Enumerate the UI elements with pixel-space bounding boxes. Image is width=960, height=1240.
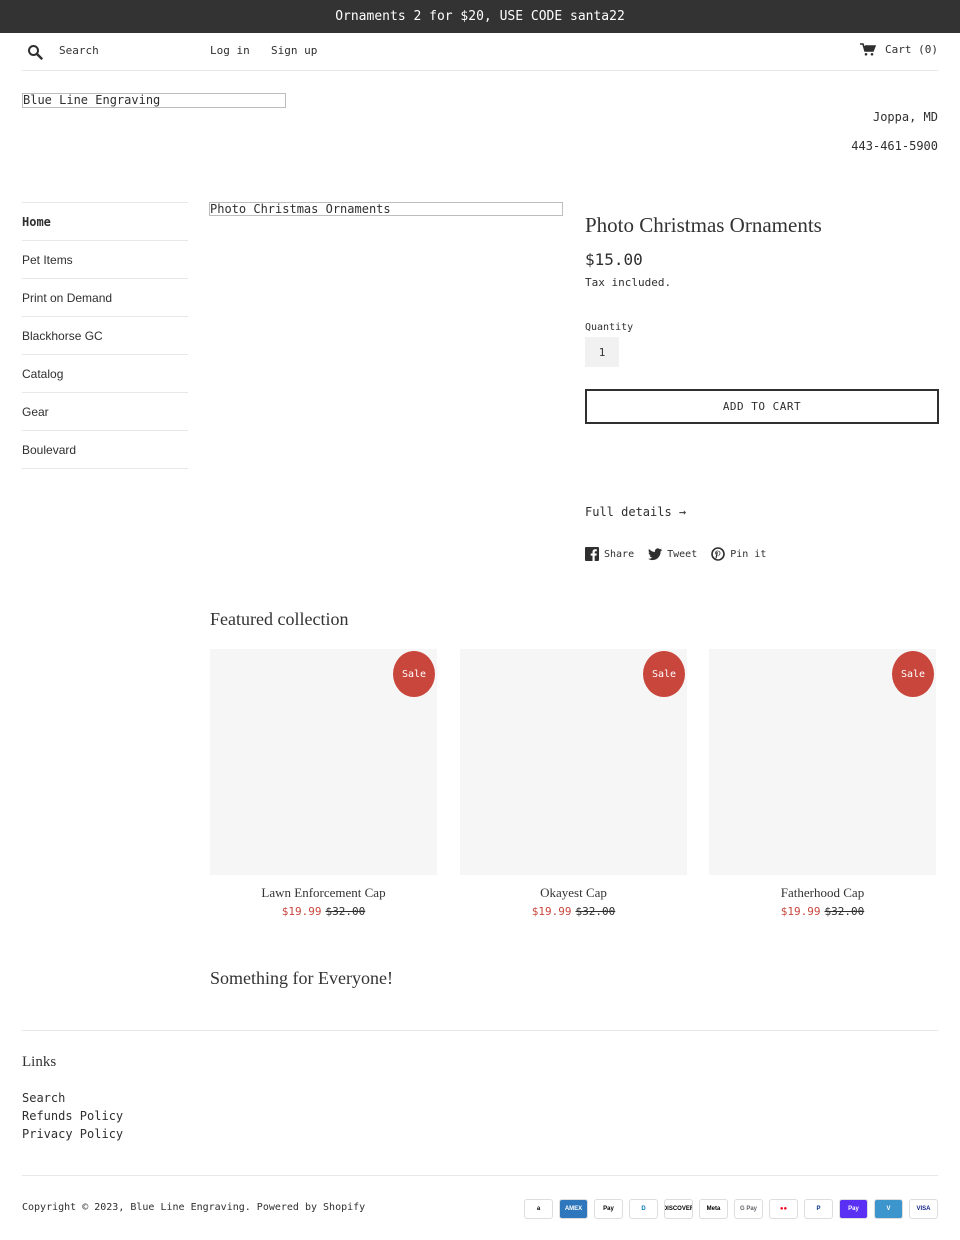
sidebar-item-pet-items[interactable]: Pet Items — [22, 240, 188, 278]
product-card-prices: $19.99 $32.00 — [460, 905, 687, 918]
sidebar-item-home[interactable]: Home — [22, 202, 188, 240]
tax-note: Tax included. — [585, 276, 672, 289]
share-twitter-button[interactable]: Tweet — [648, 547, 697, 561]
product-card-title[interactable]: Fatherhood Cap — [709, 885, 936, 901]
sidebar-item-blackhorse-gc[interactable]: Blackhorse GC — [22, 316, 188, 354]
footer-links-title: Links — [22, 1054, 57, 1070]
share-pinterest-label: Pin it — [730, 548, 767, 560]
google-pay-icon: G Pay — [734, 1199, 763, 1219]
site-header: Search Log in Sign up Cart (0) — [22, 33, 938, 71]
product-card-image[interactable]: Sale — [210, 649, 437, 875]
product-card-title[interactable]: Okayest Cap — [460, 885, 687, 901]
sidebar-divider — [22, 468, 188, 469]
product-card[interactable]: Sale Okayest Cap $19.99 $32.00 — [460, 649, 687, 918]
social-share: Share Tweet Pin it — [585, 547, 766, 561]
store-logo[interactable]: Blue Line Engraving — [22, 93, 286, 108]
product-price: $15.00 — [585, 250, 643, 269]
shop-pay-icon: Pay — [839, 1199, 868, 1219]
full-details-link[interactable]: Full details → — [585, 505, 686, 519]
login-link[interactable]: Log in — [210, 44, 250, 57]
mastercard-icon: ●● — [769, 1199, 798, 1219]
product-card[interactable]: Sale Fatherhood Cap $19.99 $32.00 — [709, 649, 936, 918]
search-input[interactable]: Search — [59, 44, 99, 57]
cart-label: Cart (0) — [885, 43, 938, 56]
meta-pay-icon: Meta — [699, 1199, 728, 1219]
copyright: Copyright © 2023, Blue Line Engraving. P… — [22, 1202, 366, 1213]
sidebar-nav: Home Pet Items Print on Demand Blackhors… — [22, 202, 188, 469]
product-title: Photo Christmas Ornaments — [585, 213, 822, 237]
twitter-icon — [648, 548, 663, 561]
pinterest-icon — [711, 547, 726, 561]
product-image-alt: Photo Christmas Ornaments — [210, 202, 391, 216]
add-to-cart-button[interactable]: ADD TO CART — [585, 389, 939, 424]
footer-divider — [22, 1175, 938, 1176]
announcement-text: Ornaments 2 for $20, USE CODE santa22 — [335, 9, 625, 24]
sale-badge: Sale — [393, 651, 435, 697]
sidebar-item-catalog[interactable]: Catalog — [22, 354, 188, 392]
sidebar-item-print-on-demand[interactable]: Print on Demand — [22, 278, 188, 316]
footer-links: Search Refunds Policy Privacy Policy — [22, 1089, 123, 1143]
signup-link[interactable]: Sign up — [271, 44, 317, 57]
cart-icon — [860, 43, 877, 56]
sidebar-item-gear[interactable]: Gear — [22, 392, 188, 430]
paypal-icon: P — [804, 1199, 833, 1219]
product-image[interactable]: Photo Christmas Ornaments — [209, 202, 563, 216]
product-card[interactable]: Sale Lawn Enforcement Cap $19.99 $32.00 — [210, 649, 437, 918]
sale-price: $19.99 — [780, 905, 821, 918]
featured-collection-title: Featured collection — [210, 609, 349, 629]
venmo-icon: V — [874, 1199, 903, 1219]
share-twitter-label: Tweet — [667, 548, 698, 560]
diners-club-icon: D — [629, 1199, 658, 1219]
store-phone: 443-461-5900 — [851, 139, 938, 153]
section-heading: Something for Everyone! — [210, 968, 393, 988]
product-card-image[interactable]: Sale — [460, 649, 687, 875]
sale-price: $19.99 — [531, 905, 572, 918]
amex-icon: AMEX — [559, 1199, 588, 1219]
share-facebook-button[interactable]: Share — [585, 547, 634, 561]
amazon-icon: a — [524, 1199, 553, 1219]
sale-price: $19.99 — [281, 905, 322, 918]
store-location: Joppa, MD — [872, 110, 938, 124]
sidebar-item-boulevard[interactable]: Boulevard — [22, 430, 188, 468]
visa-icon: VISA — [909, 1199, 938, 1219]
footer-link-privacy-policy[interactable]: Privacy Policy — [22, 1125, 123, 1143]
original-price: $32.00 — [325, 905, 366, 918]
footer-link-refunds-policy[interactable]: Refunds Policy — [22, 1107, 123, 1125]
product-card-prices: $19.99 $32.00 — [709, 905, 936, 918]
discover-icon: DISCOVER — [664, 1199, 693, 1219]
original-price: $32.00 — [824, 905, 865, 918]
store-logo-alt: Blue Line Engraving — [23, 93, 161, 107]
original-price: $32.00 — [575, 905, 616, 918]
search-icon[interactable] — [27, 44, 43, 60]
footer-link-search[interactable]: Search — [22, 1089, 123, 1107]
product-card-title[interactable]: Lawn Enforcement Cap — [210, 885, 437, 901]
quantity-input[interactable]: 1 — [585, 337, 619, 367]
product-card-image[interactable]: Sale — [709, 649, 936, 875]
facebook-icon — [585, 547, 599, 561]
footer-divider — [22, 1030, 938, 1031]
sale-badge: Sale — [643, 651, 685, 697]
cart-link[interactable]: Cart (0) — [860, 43, 938, 56]
payment-icons: a AMEX Pay D DISCOVER Meta G Pay ●● P Pay V VISA — [524, 1199, 938, 1219]
announcement-bar: Ornaments 2 for $20, USE CODE santa22 — [0, 0, 960, 33]
share-facebook-label: Share — [604, 548, 635, 560]
apple-pay-icon: Pay — [594, 1199, 623, 1219]
product-card-prices: $19.99 $32.00 — [210, 905, 437, 918]
quantity-label: Quantity — [585, 322, 634, 333]
share-pinterest-button[interactable]: Pin it — [711, 547, 766, 561]
sale-badge: Sale — [892, 651, 934, 697]
